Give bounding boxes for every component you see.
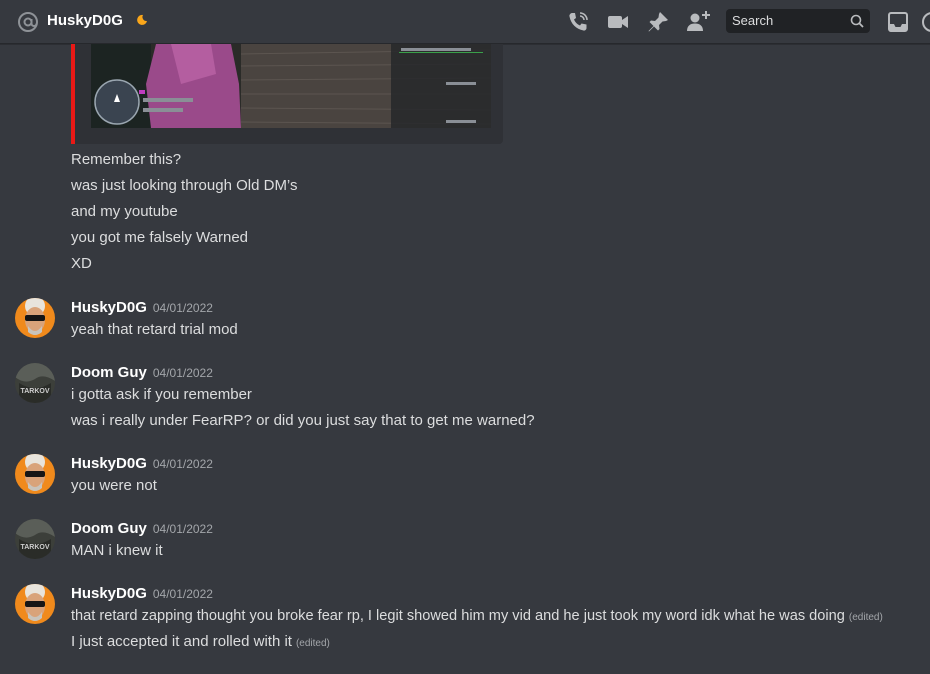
avatar-image [15,454,55,494]
search-box[interactable]: Search [726,9,870,33]
timestamp: 04/01/2022 [152,522,213,536]
message-header: HuskyD0G 04/01/2022 [71,454,213,474]
avatar-huskydog[interactable] [15,298,55,338]
help-icon[interactable] [922,12,930,32]
inbox-icon[interactable] [886,10,910,34]
message-line: was i really under FearRP? or did you ju… [71,412,535,429]
avatar-text: TARKOV [20,544,49,551]
voice-call-icon[interactable] [566,10,590,34]
search-icon [850,14,864,28]
avatar-doom-guy[interactable]: TARKOV [15,519,55,559]
message-line: MAN i knew it [71,542,163,559]
timestamp: 04/01/2022 [152,457,213,471]
avatar-doom-guy[interactable]: TARKOV [15,363,55,403]
message-header: HuskyD0G 04/01/2022 [71,584,213,604]
video-embed[interactable] [71,44,503,144]
edited-label: (edited) [295,638,330,649]
avatar-image: TARKOV [15,363,55,403]
search-placeholder: Search [732,13,774,28]
avatar-image [15,584,55,624]
avatar-text: TARKOV [20,388,49,395]
timestamp: 04/01/2022 [152,366,213,380]
message-header: HuskyD0G 04/01/2022 [71,298,213,318]
at-icon [18,12,38,32]
timestamp: 04/01/2022 [152,301,213,315]
avatar-huskydog[interactable] [15,584,55,624]
message-line: that retard zapping thought you broke fe… [71,606,883,628]
username[interactable]: HuskyD0G [71,455,147,472]
video-call-icon[interactable] [606,10,630,34]
idle-status-icon [137,14,147,25]
message-text: I just accepted it and rolled with it [71,633,292,650]
avatar-image: TARKOV [15,519,55,559]
message-header: Doom Guy 04/01/2022 [71,519,213,539]
message-line: you got me falsely Warned [71,229,249,246]
message-line: you were not [71,477,157,494]
message-line: i gotta ask if you remember [71,386,252,403]
message-line: Remember this? [71,151,182,168]
edited-label: (edited) [848,612,883,623]
message-line: XD [71,255,92,272]
message-text: that retard zapping thought you broke fe… [71,608,845,624]
timestamp: 04/01/2022 [152,587,213,601]
username[interactable]: Doom Guy [71,364,147,381]
video-thumbnail[interactable] [91,44,491,128]
message-line: yeah that retard trial mod [71,321,238,338]
pin-icon[interactable] [646,10,670,34]
avatar-image [15,298,55,338]
add-friend-icon[interactable] [686,10,710,34]
message-line: and my youtube [71,203,178,220]
username[interactable]: HuskyD0G [71,585,147,602]
channel-name: HuskyD0G [47,12,123,29]
username[interactable]: Doom Guy [71,520,147,537]
channel-header: HuskyD0G Search [0,0,930,44]
message-line: was just looking through Old DM’s [71,177,298,194]
message-line: I just accepted it and rolled with it (ed… [71,632,330,654]
message-header: Doom Guy 04/01/2022 [71,363,213,383]
username[interactable]: HuskyD0G [71,299,147,316]
avatar-huskydog[interactable] [15,454,55,494]
video-thumbnail-image [91,44,491,128]
